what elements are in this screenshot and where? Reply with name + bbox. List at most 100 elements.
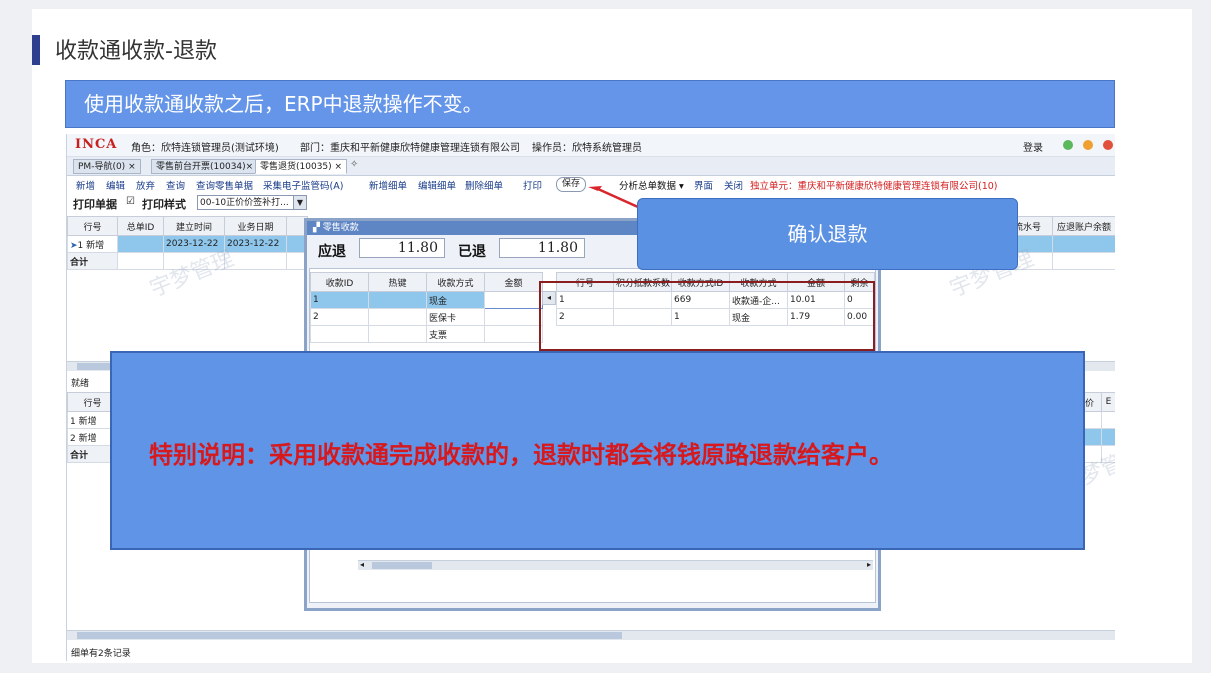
save-button[interactable]: 保存 bbox=[556, 177, 587, 192]
table-cell[interactable] bbox=[484, 308, 543, 326]
table-cell[interactable] bbox=[368, 308, 427, 326]
table-cell[interactable]: 2023-12-22 bbox=[224, 235, 287, 253]
dialog-scrollbar[interactable]: ◂ ▸ bbox=[358, 560, 873, 570]
maximize-icon[interactable] bbox=[1083, 140, 1093, 150]
col-header[interactable]: 热键 bbox=[368, 272, 427, 292]
col-header[interactable]: 金额 bbox=[484, 272, 543, 292]
table-cell[interactable] bbox=[368, 325, 427, 343]
new-tab-icon[interactable]: ✧ bbox=[350, 159, 358, 170]
scroll-left-icon[interactable]: ◂ bbox=[360, 560, 364, 569]
table-cell[interactable] bbox=[310, 325, 369, 343]
amount-input[interactable] bbox=[484, 291, 543, 309]
table-cell[interactable]: 669 bbox=[671, 291, 730, 309]
table-cell[interactable]: ➤1 新增 bbox=[67, 235, 118, 253]
tab-retail-return[interactable]: 零售退货(10035) × bbox=[255, 159, 348, 174]
table-cell[interactable]: 1 bbox=[310, 291, 369, 309]
toolbar-query[interactable]: 查询 bbox=[166, 178, 185, 192]
col-header[interactable]: 应退账户余额 bbox=[1052, 216, 1115, 236]
col-header[interactable]: 总单ID bbox=[117, 216, 164, 236]
table-cell[interactable]: 10.01 bbox=[787, 291, 845, 309]
toolbar-close[interactable]: 关闭 bbox=[724, 178, 743, 192]
toolbar-delete-detail[interactable]: 删除细单 bbox=[465, 178, 503, 192]
table-cell[interactable] bbox=[1101, 428, 1115, 446]
col-header[interactable]: 行号 bbox=[67, 216, 118, 236]
note-text: 特别说明：采用收款通完成收款的，退款时都会将钱原路退款给客户。 bbox=[149, 441, 893, 469]
table-cell[interactable]: 2 bbox=[310, 308, 369, 326]
col-header[interactable]: 金额 bbox=[787, 272, 845, 292]
table-cell[interactable]: 1.79 bbox=[787, 308, 845, 326]
refund-amount-field[interactable]: 11.80 bbox=[359, 238, 445, 258]
tab-pm-nav[interactable]: PM-导航(0) × bbox=[73, 159, 141, 174]
table-cell[interactable]: 收款通-企... bbox=[729, 291, 788, 309]
col-header[interactable]: 收款方式 bbox=[729, 272, 788, 292]
table-cell[interactable]: 现金 bbox=[729, 308, 788, 326]
app-topbar: INCA 角色：欣特连锁管理员(测试环境) 部门：重庆和平新健康欣特健康管理连锁… bbox=[67, 134, 1115, 157]
table-cell[interactable]: 支票 bbox=[426, 325, 485, 343]
col-header[interactable]: 建立时间 bbox=[163, 216, 225, 236]
print-style-label: 打印样式 bbox=[142, 198, 186, 211]
toolbar-new[interactable]: 新增 bbox=[76, 178, 95, 192]
col-header[interactable]: 积分抵款系数 bbox=[613, 272, 672, 292]
table-row[interactable]: ➤1 新增 2023-12-22 2023-12-22 bbox=[67, 235, 308, 253]
main-grid-right: 流水号 应退账户余额 bbox=[1002, 216, 1115, 270]
close-window-icon[interactable] bbox=[1103, 140, 1113, 150]
table-cell[interactable]: 2 bbox=[556, 308, 614, 326]
scroll-right-icon[interactable]: ▸ bbox=[867, 560, 871, 569]
table-cell[interactable]: 现金 bbox=[426, 291, 485, 309]
table-cell[interactable]: 1 bbox=[671, 308, 730, 326]
scroll-thumb[interactable] bbox=[77, 632, 622, 639]
table-cell[interactable]: 0.00 bbox=[844, 308, 875, 326]
table-row[interactable]: 1 现金 bbox=[310, 291, 543, 309]
refunded-amount-field[interactable]: 11.80 bbox=[499, 238, 585, 258]
col-header[interactable]: 收款方式ID bbox=[671, 272, 730, 292]
table-row[interactable]: 1 669 收款通-企... 10.01 0 bbox=[556, 291, 875, 309]
total-label: 合计 bbox=[67, 252, 118, 270]
refund-label: 应退 bbox=[318, 244, 346, 260]
table-row[interactable] bbox=[1002, 235, 1115, 253]
tab-bar: PM-导航(0) × 零售前台开票(10034)× 零售退货(10035) × … bbox=[67, 157, 1115, 176]
table-row[interactable]: 2 医保卡 bbox=[310, 308, 543, 326]
table-cell[interactable]: 0 bbox=[844, 291, 875, 309]
col-header[interactable]: 收款ID bbox=[310, 272, 369, 292]
tab-retail-billing[interactable]: 零售前台开票(10034)× bbox=[151, 159, 259, 174]
print-style-select[interactable]: 00-10正价价签补打... ▼ bbox=[197, 195, 307, 210]
payment-method-grid: 收款ID 热键 收款方式 金额 1 现金 2 医保卡 支票 bbox=[310, 272, 543, 343]
col-header[interactable]: E bbox=[1101, 392, 1115, 412]
table-cell[interactable]: 2023-12-22 bbox=[163, 235, 225, 253]
table-row[interactable]: 支票 bbox=[310, 325, 543, 343]
table-cell[interactable] bbox=[613, 291, 672, 309]
table-cell[interactable] bbox=[368, 291, 427, 309]
print-style-value: 00-10正价价签补打... bbox=[200, 198, 289, 208]
table-cell[interactable] bbox=[1052, 235, 1115, 253]
col-header[interactable]: 业务日期 bbox=[224, 216, 287, 236]
col-header[interactable]: 剩余 bbox=[844, 272, 875, 292]
dropdown-arrow-icon[interactable]: ▼ bbox=[293, 196, 306, 209]
login-link[interactable]: 登录 bbox=[1023, 139, 1043, 154]
col-header[interactable]: 行号 bbox=[556, 272, 614, 292]
title-accent-bar bbox=[32, 35, 40, 65]
tab-label: 零售退货(10035) bbox=[260, 162, 332, 172]
toolbar-edit[interactable]: 编辑 bbox=[106, 178, 125, 192]
table-cell[interactable]: 医保卡 bbox=[426, 308, 485, 326]
toolbar-print[interactable]: 打印 bbox=[523, 178, 542, 192]
table-cell[interactable] bbox=[117, 235, 164, 253]
table-row[interactable]: 2 1 现金 1.79 0.00 bbox=[556, 308, 875, 326]
toolbar-collect-code[interactable]: 采集电子监管码(A) bbox=[263, 178, 343, 192]
total-row bbox=[1002, 252, 1115, 270]
table-cell[interactable]: 1 bbox=[556, 291, 614, 309]
toolbar-ui[interactable]: 界面 bbox=[694, 178, 713, 192]
detail-scrollbar[interactable] bbox=[67, 630, 1115, 640]
toolbar-discard[interactable]: 放弃 bbox=[136, 178, 155, 192]
scroll-thumb[interactable] bbox=[372, 562, 432, 569]
toolbar-new-detail[interactable]: 新增细单 bbox=[369, 178, 407, 192]
toolbar-edit-detail[interactable]: 编辑细单 bbox=[418, 178, 456, 192]
print-checkbox[interactable]: ☑ bbox=[126, 196, 135, 207]
toolbar-query-retail[interactable]: 查询零售单据 bbox=[196, 178, 253, 192]
col-header[interactable]: 收款方式 bbox=[426, 272, 485, 292]
minimize-icon[interactable] bbox=[1063, 140, 1073, 150]
table-cell[interactable] bbox=[484, 325, 543, 343]
scroll-left-icon[interactable]: ◂ bbox=[542, 291, 556, 305]
slide-title: 收款通收款-退款 bbox=[55, 39, 217, 64]
table-cell[interactable] bbox=[1101, 411, 1115, 429]
table-cell[interactable] bbox=[613, 308, 672, 326]
